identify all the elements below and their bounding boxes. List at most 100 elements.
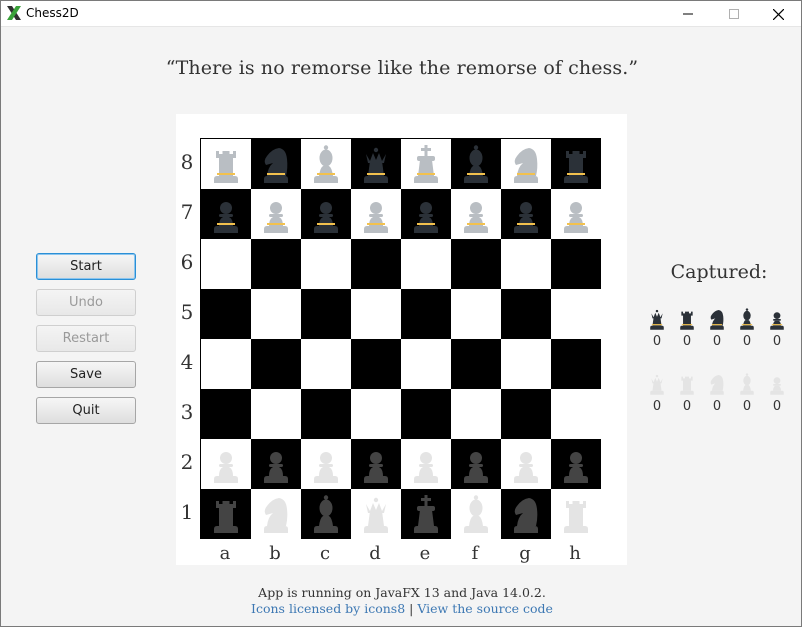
- square-b6[interactable]: [251, 239, 301, 289]
- black-bishop-icon: [740, 308, 754, 330]
- close-window-button[interactable]: [755, 1, 801, 27]
- square-a5[interactable]: [201, 289, 251, 339]
- square-e3[interactable]: [401, 389, 451, 439]
- square-h2[interactable]: [551, 439, 601, 489]
- square-a7[interactable]: [201, 189, 251, 239]
- title-bar[interactable]: Chess2D: [1, 1, 801, 27]
- square-c4[interactable]: [301, 339, 351, 389]
- square-e1[interactable]: [401, 489, 451, 539]
- file-label: b: [269, 543, 281, 564]
- square-f8[interactable]: [451, 139, 501, 189]
- square-g6[interactable]: [501, 239, 551, 289]
- maximize-button[interactable]: [711, 1, 757, 27]
- square-g3[interactable]: [501, 389, 551, 439]
- file-label: g: [519, 543, 531, 564]
- captured-count: 0: [772, 334, 782, 349]
- black-bishop-icon: [464, 145, 488, 183]
- square-a2[interactable]: [201, 439, 251, 489]
- square-e4[interactable]: [401, 339, 451, 389]
- square-f5[interactable]: [451, 289, 501, 339]
- square-b1[interactable]: [251, 489, 301, 539]
- black-bishop-icon: [314, 495, 338, 533]
- black-pawn-icon: [514, 202, 538, 233]
- rank-label: 5: [180, 300, 194, 324]
- footer-separator: |: [409, 601, 414, 616]
- square-c8[interactable]: [301, 139, 351, 189]
- square-h6[interactable]: [551, 239, 601, 289]
- restart-button[interactable]: Restart: [36, 325, 136, 352]
- black-queen-icon: [650, 309, 664, 330]
- square-f3[interactable]: [451, 389, 501, 439]
- square-c5[interactable]: [301, 289, 351, 339]
- black-king-icon: [414, 495, 438, 533]
- square-f4[interactable]: [451, 339, 501, 389]
- rank-label: 6: [180, 250, 194, 274]
- square-d3[interactable]: [351, 389, 401, 439]
- square-d8[interactable]: [351, 139, 401, 189]
- square-a4[interactable]: [201, 339, 251, 389]
- square-h8[interactable]: [551, 139, 601, 189]
- square-c6[interactable]: [301, 239, 351, 289]
- square-d5[interactable]: [351, 289, 401, 339]
- save-button[interactable]: Save: [36, 361, 136, 388]
- square-f1[interactable]: [451, 489, 501, 539]
- square-g1[interactable]: [501, 489, 551, 539]
- square-a1[interactable]: [201, 489, 251, 539]
- runtime-info: App is running on JavaFX 13 and Java 14.…: [258, 585, 546, 600]
- start-button[interactable]: Start: [36, 253, 136, 280]
- captured-black-rook: 0: [674, 306, 700, 349]
- minimize-button[interactable]: [665, 1, 711, 27]
- square-d2[interactable]: [351, 439, 401, 489]
- square-h4[interactable]: [551, 339, 601, 389]
- square-b3[interactable]: [251, 389, 301, 439]
- square-h3[interactable]: [551, 389, 601, 439]
- square-e5[interactable]: [401, 289, 451, 339]
- black-queen-icon: [364, 147, 388, 183]
- square-c1[interactable]: [301, 489, 351, 539]
- square-d4[interactable]: [351, 339, 401, 389]
- captured-count: 0: [712, 334, 722, 349]
- square-b7[interactable]: [251, 189, 301, 239]
- undo-button[interactable]: Undo: [36, 289, 136, 316]
- view-source-link[interactable]: View the source code: [417, 601, 553, 616]
- quit-button[interactable]: Quit: [36, 397, 136, 424]
- square-a3[interactable]: [201, 389, 251, 439]
- square-h5[interactable]: [551, 289, 601, 339]
- square-d7[interactable]: [351, 189, 401, 239]
- square-g4[interactable]: [501, 339, 551, 389]
- square-g8[interactable]: [501, 139, 551, 189]
- square-f6[interactable]: [451, 239, 501, 289]
- square-b5[interactable]: [251, 289, 301, 339]
- square-g2[interactable]: [501, 439, 551, 489]
- square-h7[interactable]: [551, 189, 601, 239]
- file-label: a: [219, 543, 231, 564]
- black-rook-icon: [214, 501, 238, 533]
- chess-board[interactable]: [200, 138, 601, 539]
- square-b2[interactable]: [251, 439, 301, 489]
- square-h1[interactable]: [551, 489, 601, 539]
- square-e7[interactable]: [401, 189, 451, 239]
- black-pawn-icon: [414, 202, 438, 233]
- captured-count: 0: [682, 334, 692, 349]
- square-f7[interactable]: [451, 189, 501, 239]
- square-d6[interactable]: [351, 239, 401, 289]
- square-e6[interactable]: [401, 239, 451, 289]
- square-f2[interactable]: [451, 439, 501, 489]
- square-d1[interactable]: [351, 489, 401, 539]
- white-pawn-icon: [364, 202, 388, 233]
- square-a6[interactable]: [201, 239, 251, 289]
- square-c3[interactable]: [301, 389, 351, 439]
- square-c7[interactable]: [301, 189, 351, 239]
- square-b8[interactable]: [251, 139, 301, 189]
- square-b4[interactable]: [251, 339, 301, 389]
- square-e2[interactable]: [401, 439, 451, 489]
- square-a8[interactable]: [201, 139, 251, 189]
- white-knight-icon: [710, 374, 724, 395]
- icons-license-link[interactable]: Icons licensed by icons8: [251, 601, 405, 616]
- white-bishop-icon: [314, 145, 338, 183]
- square-g5[interactable]: [501, 289, 551, 339]
- square-c2[interactable]: [301, 439, 351, 489]
- square-e8[interactable]: [401, 139, 451, 189]
- square-g7[interactable]: [501, 189, 551, 239]
- black-pawn-icon: [364, 452, 388, 483]
